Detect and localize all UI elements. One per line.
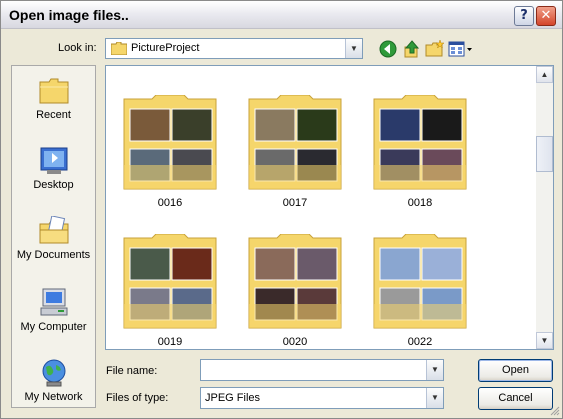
- look-in-value: PictureProject: [131, 42, 200, 54]
- places-bar: Recent Desktop My Documents My Computer …: [11, 65, 96, 408]
- folder-icon: [248, 95, 342, 190]
- folder-thumbnail[interactable]: 0017: [247, 95, 343, 209]
- file-list-view[interactable]: 0016 0017 0018 0019 0020 0022 ▲ ▼: [105, 65, 554, 350]
- places-item-my-network[interactable]: My Network: [12, 358, 95, 403]
- my-computer-icon: [40, 288, 67, 316]
- my-network-icon: [42, 359, 65, 387]
- places-label: My Computer: [20, 321, 87, 333]
- places-label: Desktop: [33, 179, 74, 191]
- files-of-type-label: Files of type:: [106, 392, 169, 404]
- places-item-my-documents[interactable]: My Documents: [12, 216, 95, 261]
- resize-grip-icon[interactable]: [550, 406, 560, 416]
- scrollbar-thumb[interactable]: [536, 136, 553, 172]
- chevron-down-icon[interactable]: ▼: [345, 39, 362, 58]
- places-label: Recent: [36, 109, 71, 121]
- vertical-scrollbar[interactable]: ▲ ▼: [536, 66, 553, 349]
- folder-icon: [373, 95, 467, 190]
- recent-folder-icon: [39, 78, 68, 104]
- open-button[interactable]: Open: [478, 359, 553, 382]
- folder-thumbnail[interactable]: 0016: [122, 95, 218, 209]
- look-in-label: Look in:: [58, 42, 97, 54]
- folder-icon: [123, 95, 217, 190]
- folder-name: 0019: [157, 336, 183, 348]
- new-folder-icon[interactable]: [425, 39, 445, 59]
- folder-thumbnail[interactable]: 0022: [372, 234, 468, 348]
- places-label: My Network: [24, 391, 83, 403]
- scroll-up-icon[interactable]: ▲: [536, 66, 553, 83]
- view-menu-icon[interactable]: [448, 39, 474, 59]
- file-name-input[interactable]: ▼: [200, 359, 444, 381]
- chevron-down-icon[interactable]: ▼: [426, 388, 443, 408]
- dialog-title: Open image files..: [9, 7, 129, 23]
- chevron-down-icon[interactable]: ▼: [426, 360, 443, 380]
- folder-name: 0018: [407, 197, 433, 209]
- help-button[interactable]: ?: [514, 6, 534, 26]
- my-documents-icon: [39, 216, 68, 244]
- places-item-desktop[interactable]: Desktop: [12, 146, 95, 191]
- file-name-label: File name:: [106, 365, 158, 377]
- title-bar[interactable]: Open image files.. ? ✕: [1, 1, 562, 29]
- desktop-icon: [40, 147, 67, 174]
- close-button[interactable]: ✕: [536, 6, 556, 26]
- places-item-recent[interactable]: Recent: [12, 76, 95, 121]
- folder-name: 0017: [282, 197, 308, 209]
- folder-icon: [111, 42, 127, 55]
- folder-name: 0016: [157, 197, 183, 209]
- folder-icon: [123, 234, 217, 329]
- scroll-down-icon[interactable]: ▼: [536, 332, 553, 349]
- folder-icon: [248, 234, 342, 329]
- folder-icon: [373, 234, 467, 329]
- files-of-type-value: JPEG Files: [205, 392, 261, 404]
- places-label: My Documents: [16, 249, 91, 261]
- places-item-my-computer[interactable]: My Computer: [12, 288, 95, 333]
- folder-thumbnail[interactable]: 0019: [122, 234, 218, 348]
- up-one-level-icon[interactable]: [402, 39, 422, 59]
- folder-name: 0022: [407, 336, 433, 348]
- files-of-type-dropdown[interactable]: JPEG Files ▼: [200, 387, 444, 409]
- back-icon[interactable]: [378, 39, 398, 59]
- look-in-dropdown[interactable]: PictureProject ▼: [105, 38, 363, 59]
- open-image-dialog: Open image files.. ? ✕ Look in: PictureP…: [0, 0, 563, 419]
- cancel-button[interactable]: Cancel: [478, 387, 553, 410]
- folder-thumbnail[interactable]: 0020: [247, 234, 343, 348]
- folder-thumbnail[interactable]: 0018: [372, 95, 468, 209]
- folder-name: 0020: [282, 336, 308, 348]
